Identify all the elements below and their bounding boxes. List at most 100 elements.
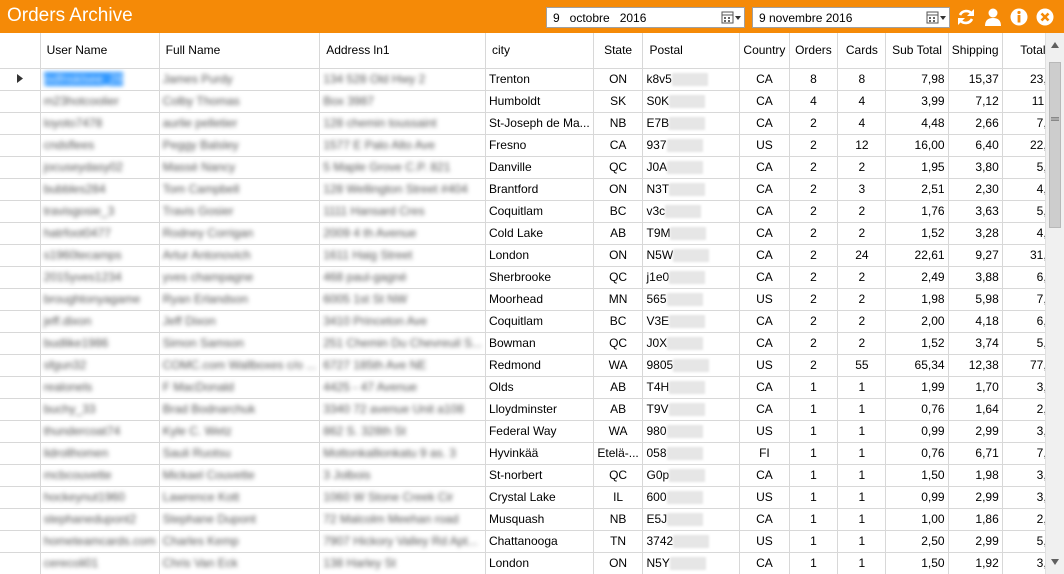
cell-full[interactable]: Kyle C. Wetz [159,420,321,443]
cell-country[interactable]: CA [739,508,790,531]
close-icon[interactable] [1034,6,1056,28]
cell-cards[interactable]: 12 [837,134,887,157]
cell-subtotal[interactable]: 1,52 [885,332,949,355]
cell-addr[interactable]: 7907 Hickory Valley Rd Apt... [319,530,486,553]
cell-country[interactable]: US [739,288,790,311]
cell-addr[interactable]: 6005 1st St NW [319,288,486,311]
cell-subtotal[interactable]: 1,95 [885,156,949,179]
row-header[interactable] [0,442,41,465]
cell-state[interactable]: AB [593,222,644,245]
table-row[interactable]: broughtonyagame Ryan Erlandson 6005 1st St… [0,288,1064,311]
cell-addr[interactable]: 862 S. 328th St [319,420,486,443]
table-row[interactable]: lidrollhomen Sauli Ruotsu Mottonkallionkat… [0,442,1064,465]
cell-addr[interactable]: 1111 Hansard Cres [319,200,486,223]
cell-addr[interactable]: 128 Wellington Street #404 [319,178,486,201]
cell-shipping[interactable]: 2,99 [948,486,1003,509]
cell-cards[interactable]: 1 [837,464,887,487]
cell-state[interactable]: TN [593,530,644,553]
row-header[interactable] [0,310,41,333]
cell-orders[interactable]: 1 [789,464,839,487]
cell-full[interactable]: Stephane Dupont [159,508,321,531]
cell-shipping[interactable]: 3,80 [948,156,1003,179]
cell-orders[interactable]: 1 [789,508,839,531]
cell-orders[interactable]: 1 [789,442,839,465]
cell-full[interactable]: Brad Bodnarchuk [159,398,321,421]
cell-postal[interactable]: 9805 [642,354,741,377]
cell-subtotal[interactable]: 2,00 [885,310,949,333]
cell-city[interactable]: St-Joseph de Ma... [485,112,594,135]
cell-user[interactable]: jeff.dixon [40,310,160,333]
cell-state[interactable]: IL [593,486,644,509]
cell-user[interactable]: thundercoat74 [40,420,160,443]
cell-postal[interactable]: N5Y [642,552,741,574]
cell-user[interactable]: hatrfoot0477 [40,222,160,245]
cell-cards[interactable]: 1 [837,376,887,399]
row-header[interactable] [0,288,41,311]
cell-full[interactable]: Artur Antonovich [159,244,321,267]
cell-cards[interactable]: 8 [837,68,887,91]
calendar-dropdown-icon[interactable] [720,10,742,25]
cell-city[interactable]: Trenton [485,68,594,91]
cell-subtotal[interactable]: 0,99 [885,486,949,509]
cell-cards[interactable]: 4 [837,90,887,113]
cell-addr[interactable]: 5 Maple Grove C.P. 821 [319,156,486,179]
cell-city[interactable]: Cold Lake [485,222,594,245]
cell-user[interactable]: stephanedupont2 [40,508,160,531]
cell-state[interactable]: QC [593,266,644,289]
cell-shipping[interactable]: 1,64 [948,398,1003,421]
cell-postal[interactable]: N3T [642,178,741,201]
cell-state[interactable]: WA [593,420,644,443]
calendar-dropdown-icon[interactable] [925,10,947,25]
cell-country[interactable]: CA [739,310,790,333]
cell-postal[interactable]: k8v5 [642,68,741,91]
cell-postal[interactable]: 937 [642,134,741,157]
cell-user[interactable]: sfgun32 [40,354,160,377]
row-header[interactable] [0,112,41,135]
cell-addr[interactable]: Mottonkallionkatu 9 as. 3 [319,442,486,465]
cell-full[interactable]: Travis Gosier [159,200,321,223]
cell-cards[interactable]: 55 [837,354,887,377]
row-header[interactable] [0,90,41,113]
column-header[interactable]: Country [739,33,790,69]
cell-user[interactable]: buchy_33 [40,398,160,421]
cell-postal[interactable]: 058 [642,442,741,465]
cell-orders[interactable]: 8 [789,68,839,91]
cell-state[interactable]: ON [593,68,644,91]
scroll-down-icon[interactable] [1050,558,1060,566]
row-header[interactable] [0,508,41,531]
cell-orders[interactable]: 2 [789,354,839,377]
cell-country[interactable]: US [739,420,790,443]
cell-addr[interactable]: 3340 72 avenue Unit a108 [319,398,486,421]
cell-country[interactable]: CA [739,90,790,113]
cell-city[interactable]: Federal Way [485,420,594,443]
cell-full[interactable]: Colby Thomas [159,90,321,113]
row-header[interactable] [0,552,41,574]
cell-shipping[interactable]: 3,74 [948,332,1003,355]
row-header[interactable] [0,244,41,267]
cell-state[interactable]: CA [593,134,644,157]
cell-user[interactable]: hometeamcards.com [40,530,160,553]
cell-full[interactable]: Peggy Balsley [159,134,321,157]
cell-full[interactable]: Chris Van Eck [159,552,321,574]
column-header[interactable]: city [485,33,594,69]
cell-city[interactable]: Bowman [485,332,594,355]
column-header[interactable]: Postal [642,33,741,69]
cell-postal[interactable]: 3742 [642,530,741,553]
start-date-picker[interactable]: 9 octobre 2016 [546,7,745,28]
cell-country[interactable]: CA [739,376,790,399]
cell-state[interactable]: QC [593,156,644,179]
cell-full[interactable]: Simon Samson [159,332,321,355]
cell-orders[interactable]: 1 [789,376,839,399]
cell-city[interactable]: Moorhead [485,288,594,311]
cell-shipping[interactable]: 3,28 [948,222,1003,245]
cell-user[interactable]: lidrollhomen [40,442,160,465]
row-header[interactable] [0,68,41,91]
cell-addr[interactable]: 3 Jolbois [319,464,486,487]
cell-cards[interactable]: 1 [837,398,887,421]
cell-addr[interactable]: 4425 - 47 Avenue [319,376,486,399]
cell-state[interactable]: AB [593,398,644,421]
cell-city[interactable]: St-norbert [485,464,594,487]
cell-state[interactable]: SK [593,90,644,113]
cell-user[interactable]: cndsflees [40,134,160,157]
cell-cards[interactable]: 2 [837,288,887,311]
